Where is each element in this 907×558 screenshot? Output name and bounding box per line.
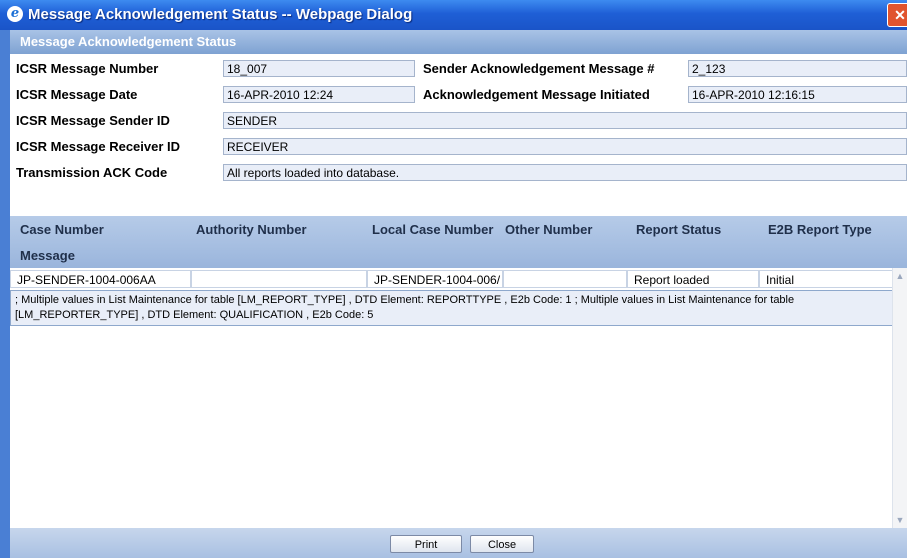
field-row-1: ICSR Message Number 18_007 Sender Acknow… (10, 58, 907, 80)
column-header-e2b-report-type[interactable]: E2B Report Type (768, 222, 872, 237)
cell-e2b-report-type: Initial (759, 270, 893, 288)
icsr-sender-id-field[interactable]: SENDER (223, 112, 907, 129)
column-header-report-status[interactable]: Report Status (636, 222, 721, 237)
column-header-case-number[interactable]: Case Number (20, 222, 104, 237)
column-header-message: Message (20, 248, 75, 263)
cell-case-number: JP-SENDER-1004-006AA (10, 270, 191, 288)
sender-ack-message-field[interactable]: 2_123 (688, 60, 907, 77)
grid-header: Case Number Authority Number Local Case … (10, 216, 907, 268)
dialog-footer: Print Close (10, 528, 907, 558)
icsr-message-number-label: ICSR Message Number (16, 61, 159, 76)
field-row-5: Transmission ACK Code All reports loaded… (10, 162, 907, 184)
window-close-button[interactable]: ✕ (887, 3, 907, 27)
close-button[interactable]: Close (470, 535, 534, 553)
ack-message-initiated-label: Acknowledgement Message Initiated (423, 87, 650, 102)
field-row-3: ICSR Message Sender ID SENDER (10, 110, 907, 132)
scroll-up-icon[interactable]: ▲ (894, 270, 906, 282)
section-title: Message Acknowledgement Status (10, 30, 907, 54)
ie-icon: e (7, 6, 23, 22)
table-row[interactable]: JP-SENDER-1004-006AA JP-SENDER-1004-006/… (10, 270, 893, 288)
print-button[interactable]: Print (390, 535, 462, 553)
transmission-ack-code-label: Transmission ACK Code (16, 165, 168, 180)
scroll-down-icon[interactable]: ▼ (894, 514, 906, 526)
field-row-2: ICSR Message Date 16-APR-2010 12:24 Ackn… (10, 84, 907, 106)
cell-report-status: Report loaded (627, 270, 759, 288)
icsr-receiver-id-label: ICSR Message Receiver ID (16, 139, 181, 154)
icsr-message-date-field[interactable]: 16-APR-2010 12:24 (223, 86, 415, 103)
icsr-sender-id-label: ICSR Message Sender ID (16, 113, 170, 128)
field-row-4: ICSR Message Receiver ID RECEIVER (10, 136, 907, 158)
column-header-local-case-number[interactable]: Local Case Number (372, 222, 493, 237)
column-header-authority-number[interactable]: Authority Number (196, 222, 307, 237)
icsr-message-number-field[interactable]: 18_007 (223, 60, 415, 77)
window-title: Message Acknowledgement Status -- Webpag… (28, 6, 413, 23)
message-text: ; Multiple values in List Maintenance fo… (10, 290, 893, 326)
dialog-body: Message Acknowledgement Status ICSR Mess… (10, 30, 907, 558)
cell-local-case-number: JP-SENDER-1004-006/ (367, 270, 503, 288)
grid-body: JP-SENDER-1004-006AA JP-SENDER-1004-006/… (10, 268, 907, 528)
icsr-message-date-label: ICSR Message Date (16, 87, 138, 102)
sender-ack-message-label: Sender Acknowledgement Message # (423, 61, 655, 76)
cell-authority-number (191, 270, 367, 288)
vertical-scrollbar[interactable]: ▲ ▼ (892, 268, 907, 528)
ack-message-initiated-field[interactable]: 16-APR-2010 12:16:15 (688, 86, 907, 103)
window-titlebar: e Message Acknowledgement Status -- Webp… (0, 0, 907, 30)
transmission-ack-code-field[interactable]: All reports loaded into database. (223, 164, 907, 181)
column-header-other-number[interactable]: Other Number (505, 222, 592, 237)
icsr-receiver-id-field[interactable]: RECEIVER (223, 138, 907, 155)
cell-other-number (503, 270, 627, 288)
